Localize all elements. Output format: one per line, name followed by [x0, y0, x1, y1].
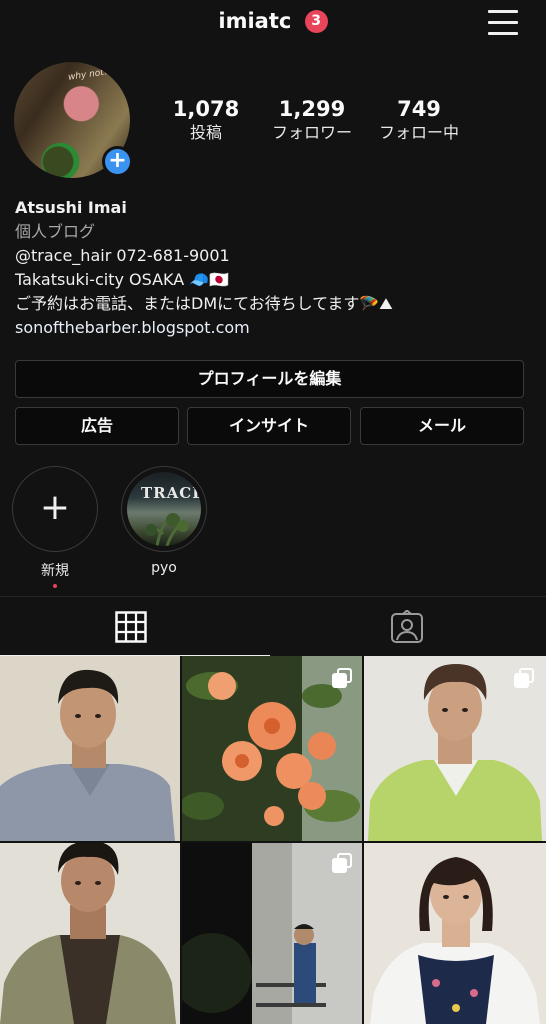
multiple-photos-icon: [514, 668, 534, 688]
post-thumbnail[interactable]: [0, 843, 180, 1024]
account-switcher[interactable]: imiatc 3: [0, 8, 546, 33]
profile-category: 個人ブログ: [15, 222, 96, 241]
grid-icon: [115, 611, 147, 643]
followers-count-stat[interactable]: 1,299 フォロワー: [262, 96, 362, 144]
header-username: imiatc: [218, 9, 292, 33]
edit-profile-button[interactable]: プロフィールを編集: [15, 360, 524, 398]
profile-bio: Atsushi Imai 個人ブログ @trace_hair 072-681-9…: [15, 196, 535, 340]
highlight-cover-image: TRACE: [127, 472, 201, 546]
new-highlight-ring: +: [12, 466, 98, 552]
posts-label: 投稿: [189, 123, 222, 142]
profile-tabs: [0, 596, 546, 656]
bio-line: ご予約はお電話、またはDMにてお待ちしてます🪂⛰: [15, 294, 393, 313]
highlight-pyo[interactable]: TRACE pyo: [121, 466, 207, 576]
new-indicator-dot: [53, 584, 57, 588]
following-count: 749: [397, 97, 441, 121]
notification-badge: 3: [304, 9, 328, 33]
avatar-caption: why not?: [67, 67, 110, 83]
post-thumbnail[interactable]: [182, 843, 362, 1024]
tab-tagged[interactable]: [273, 597, 546, 656]
posts-count: 1,078: [172, 97, 240, 121]
multiple-photos-icon: [332, 853, 352, 873]
hamburger-menu-icon[interactable]: [488, 10, 518, 36]
followers-count: 1,299: [278, 97, 346, 121]
tagged-person-icon: [391, 610, 423, 643]
posts-count-stat[interactable]: 1,078 投稿: [168, 96, 244, 144]
following-count-stat[interactable]: 749 フォロー中: [372, 96, 466, 144]
profile-name: Atsushi Imai: [15, 198, 127, 217]
multiple-photos-icon: [332, 668, 352, 688]
post-6-image: [364, 843, 546, 1024]
highlight-new[interactable]: + 新規: [12, 466, 98, 588]
plant-illustration: [145, 513, 189, 546]
bio-line: Takatsuki-city OSAKA 🧢🇯🇵: [15, 270, 230, 289]
post-thumbnail[interactable]: [0, 656, 180, 841]
profile-screen: imiatc 3 why not? + 1,078 投稿 1,299 フォロワー…: [0, 0, 546, 1024]
plus-icon: +: [39, 487, 71, 528]
insights-button[interactable]: インサイト: [187, 407, 351, 445]
posts-grid: [0, 656, 546, 1024]
tab-grid[interactable]: [0, 597, 273, 656]
post-thumbnail[interactable]: [364, 656, 546, 841]
highlight-ring: TRACE: [121, 466, 207, 552]
add-story-plus-icon[interactable]: +: [102, 146, 133, 177]
top-bar: imiatc 3: [0, 0, 546, 46]
website-link[interactable]: sonofthebarber.blogspot.com: [15, 316, 535, 340]
highlight-label: pyo: [151, 560, 177, 576]
post-thumbnail[interactable]: [182, 656, 362, 841]
mail-button[interactable]: メール: [360, 407, 524, 445]
highlight-label: 新規: [41, 563, 69, 579]
ads-button[interactable]: 広告: [15, 407, 179, 445]
bio-line: @trace_hair 072-681-9001: [15, 246, 230, 265]
following-label: フォロー中: [378, 123, 459, 142]
post-1-image: [0, 656, 180, 841]
post-thumbnail[interactable]: [364, 843, 546, 1024]
post-4-image: [0, 843, 180, 1024]
followers-label: フォロワー: [271, 123, 352, 142]
profile-avatar[interactable]: why not? +: [14, 62, 133, 180]
